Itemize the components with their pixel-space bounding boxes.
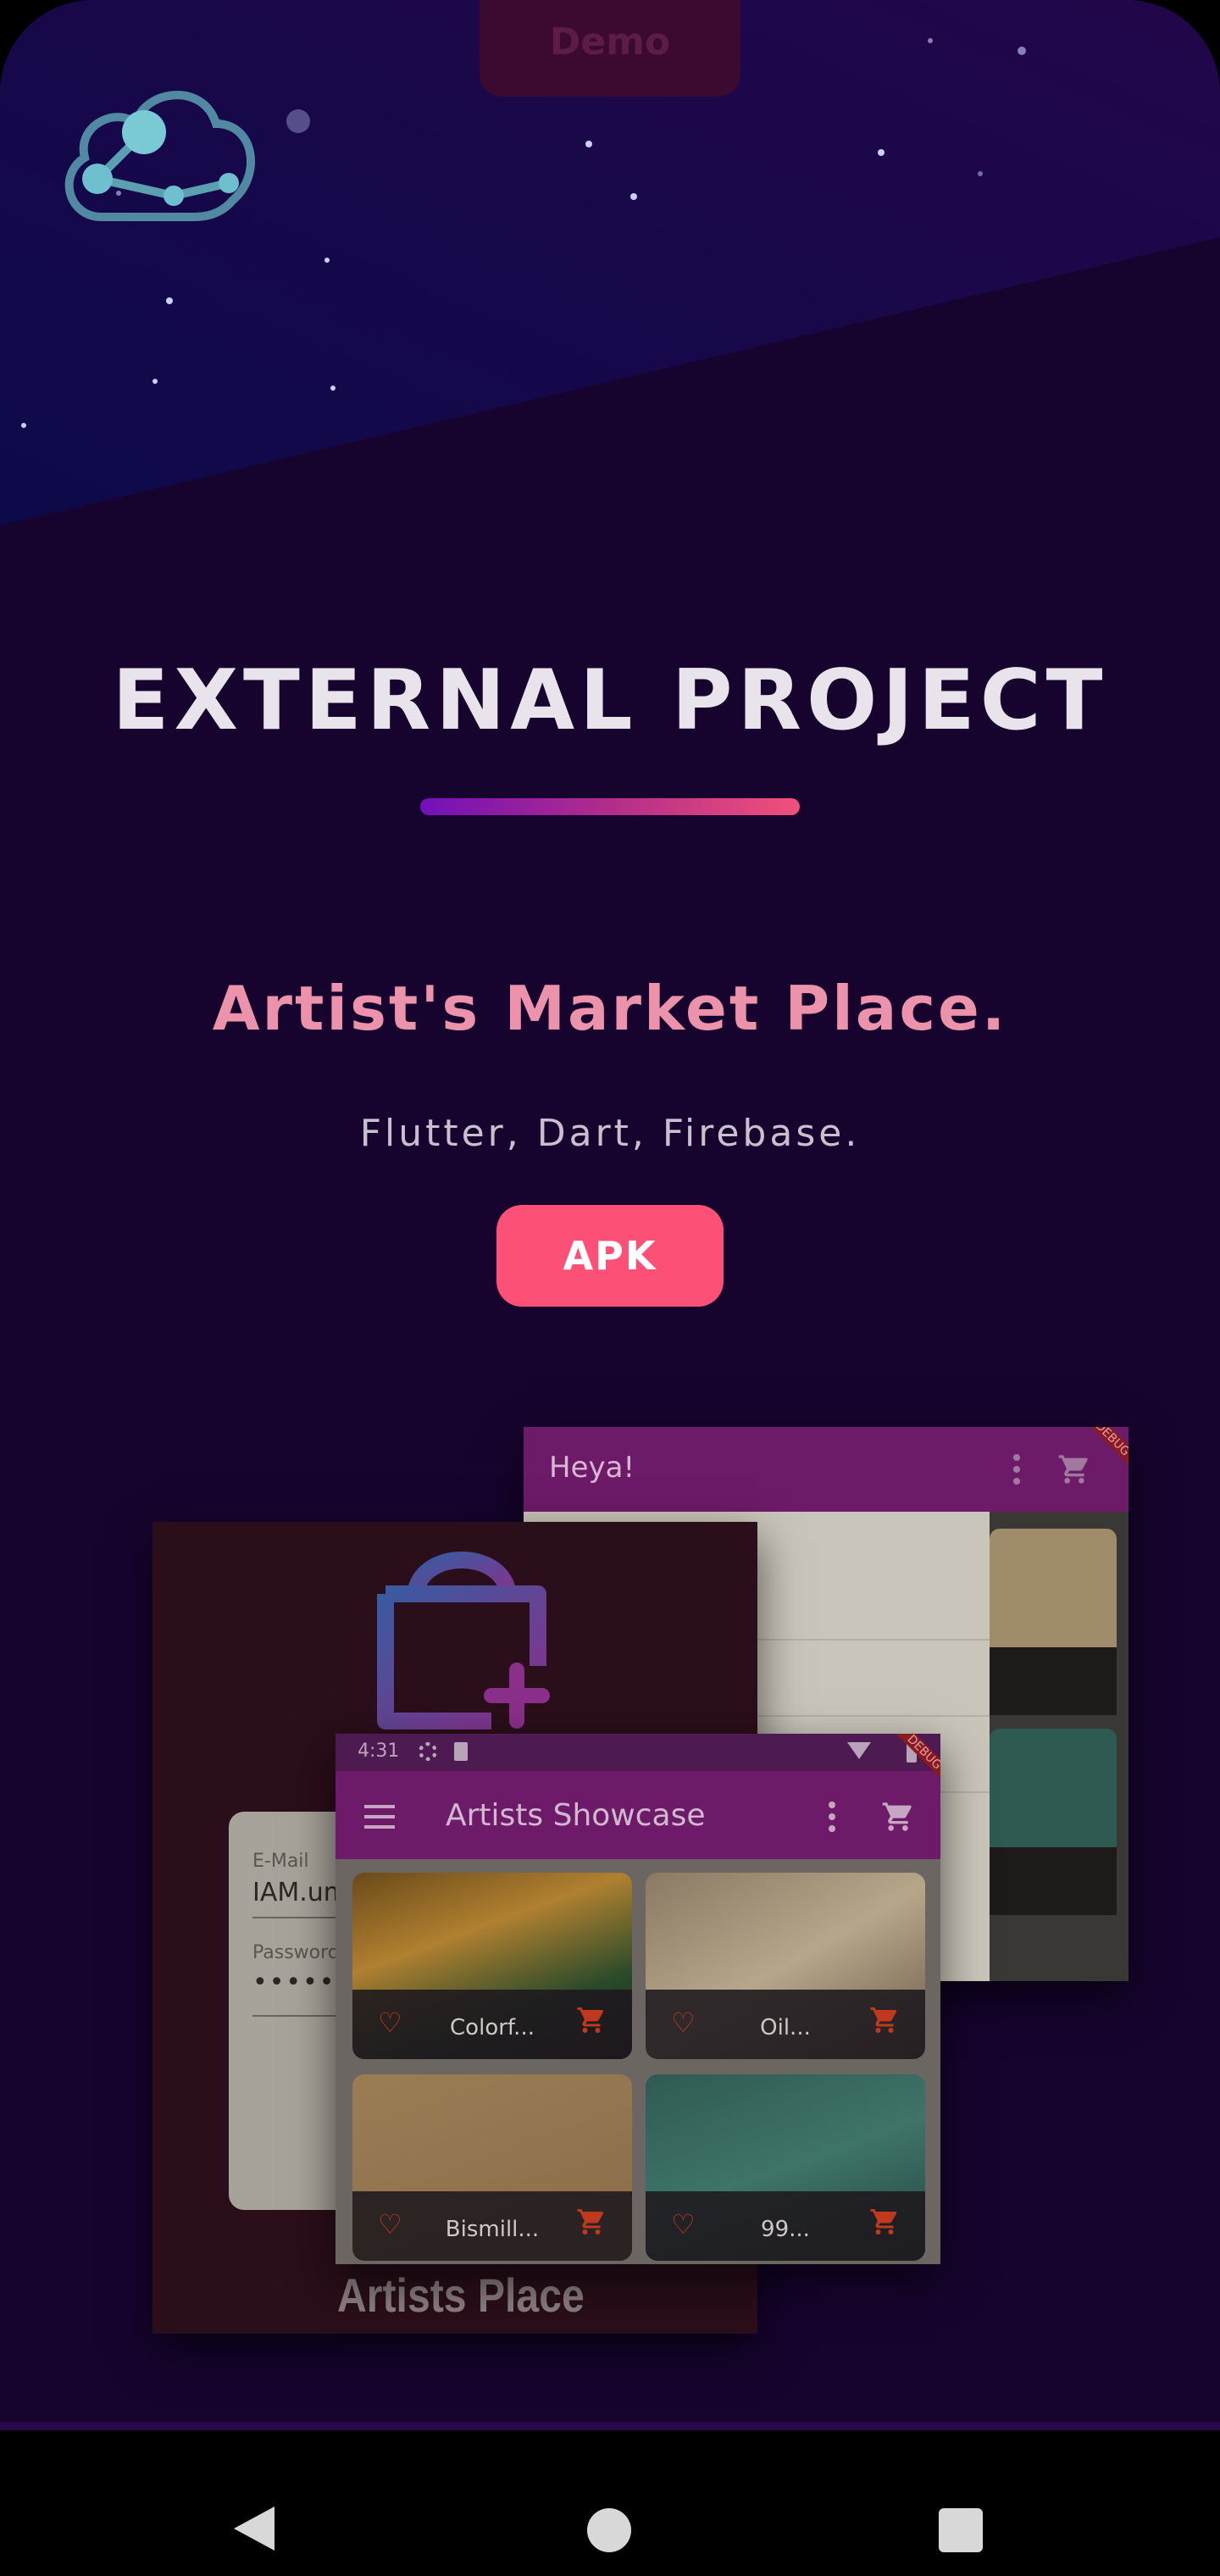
artwork-card[interactable]: ♡ Oil...	[646, 1873, 925, 2059]
home-nav-icon[interactable]	[587, 2508, 631, 2552]
menu-icon	[364, 1805, 395, 1832]
sd-card-icon	[454, 1742, 468, 1761]
cart-icon	[881, 1800, 915, 1837]
more-vert-icon	[829, 1800, 835, 1837]
system-navigation-bar	[0, 2430, 1220, 2576]
screenshot-showcase: 4:31 Artists Showcase DEBUG ♡ Colorf... …	[336, 1734, 940, 2264]
app-title: Artists Showcase	[446, 1798, 706, 1833]
cart-icon[interactable]	[576, 2005, 607, 2039]
cart-icon[interactable]	[869, 2207, 900, 2240]
artwork-card[interactable]: ♡ Bismill...	[352, 2074, 632, 2261]
brand-text: Artists Place	[337, 2268, 585, 2322]
project-name: Artist's Market Place.	[212, 973, 1008, 1044]
screen-title: Heya!	[549, 1451, 635, 1485]
section-title: EXTERNAL PROJECT	[112, 652, 1108, 749]
email-field: IAM.um	[252, 1878, 349, 1907]
cart-icon[interactable]	[869, 2005, 900, 2039]
cart-icon[interactable]	[576, 2207, 607, 2240]
more-vert-icon	[1013, 1452, 1020, 1490]
email-label: E-Mail	[252, 1851, 309, 1872]
status-time: 4:31	[358, 1740, 400, 1762]
demo-button[interactable]: Demo	[480, 0, 740, 97]
title-underline	[420, 798, 800, 815]
artwork-card[interactable]: ♡ 99...	[646, 2074, 925, 2261]
shopping-bag-add-icon	[364, 1530, 559, 1737]
cloud-network-logo-icon[interactable]	[51, 73, 263, 234]
recents-nav-icon[interactable]	[939, 2508, 983, 2552]
artwork-card[interactable]: ♡ Colorf...	[352, 1873, 632, 2059]
cart-icon	[1057, 1452, 1091, 1490]
tech-stack: Flutter, Dart, Firebase.	[359, 1112, 861, 1155]
back-nav-icon[interactable]	[230, 2503, 278, 2557]
password-label: Password	[252, 1942, 340, 1963]
gear-icon	[419, 1742, 437, 1761]
apk-button[interactable]: APK	[496, 1205, 724, 1307]
phone-screen: Demo EXTERNAL PROJECT Artist's Market Pl…	[0, 0, 1220, 2576]
wifi-icon	[847, 1742, 871, 1759]
